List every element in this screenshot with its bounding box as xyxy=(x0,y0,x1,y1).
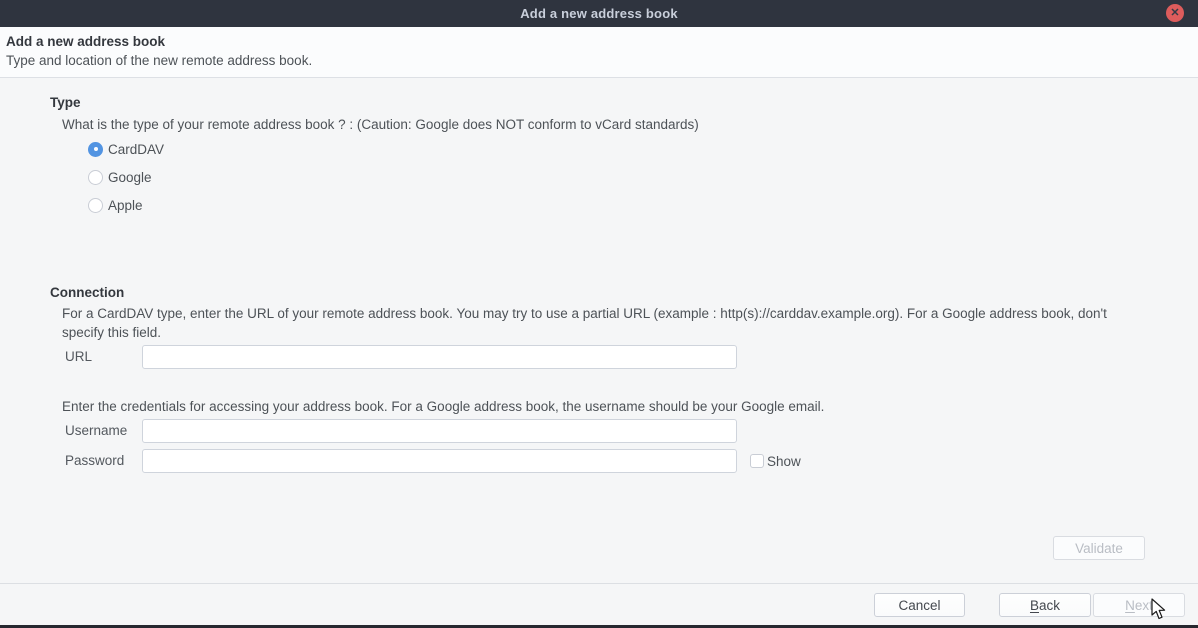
page-title: Add a new address book xyxy=(6,34,1192,49)
radio-google-control[interactable] xyxy=(88,170,103,185)
cancel-button[interactable]: Cancel xyxy=(874,593,965,617)
show-password-checkbox[interactable] xyxy=(750,454,764,468)
type-section-description: What is the type of your remote address … xyxy=(62,115,1152,134)
radio-carddav-label: CardDAV xyxy=(108,142,164,157)
username-input[interactable] xyxy=(142,419,737,443)
type-section-title: Type xyxy=(50,95,81,110)
radio-google-label: Google xyxy=(108,170,152,185)
show-password-toggle[interactable]: Show xyxy=(750,453,801,469)
connection-section-description: For a CardDAV type, enter the URL of you… xyxy=(62,304,1148,342)
titlebar[interactable]: Add a new address book ✕ xyxy=(0,0,1198,27)
window-title: Add a new address book xyxy=(520,6,678,21)
connection-section-title: Connection xyxy=(50,285,124,300)
page-subtitle: Type and location of the new remote addr… xyxy=(6,53,1192,68)
password-input[interactable] xyxy=(142,449,737,473)
username-label: Username xyxy=(65,419,127,443)
radio-google[interactable]: Google xyxy=(88,168,152,186)
validate-button[interactable]: Validate xyxy=(1053,536,1145,560)
show-password-label: Show xyxy=(767,454,801,469)
close-icon: ✕ xyxy=(1170,8,1179,19)
radio-apple-control[interactable] xyxy=(88,198,103,213)
close-button[interactable]: ✕ xyxy=(1166,4,1184,22)
credentials-description: Enter the credentials for accessing your… xyxy=(62,397,1148,416)
dialog-header: Add a new address book Type and location… xyxy=(0,27,1198,78)
radio-carddav[interactable]: CardDAV xyxy=(88,140,164,158)
radio-apple-label: Apple xyxy=(108,198,143,213)
back-button[interactable]: Back xyxy=(999,593,1091,617)
url-label: URL xyxy=(65,345,92,369)
next-button[interactable]: Next xyxy=(1093,593,1185,617)
radio-carddav-control[interactable] xyxy=(88,142,103,157)
url-input[interactable] xyxy=(142,345,737,369)
radio-apple[interactable]: Apple xyxy=(88,196,143,214)
password-label: Password xyxy=(65,449,124,473)
add-address-book-dialog: Add a new address book ✕ Add a new addre… xyxy=(0,0,1198,628)
